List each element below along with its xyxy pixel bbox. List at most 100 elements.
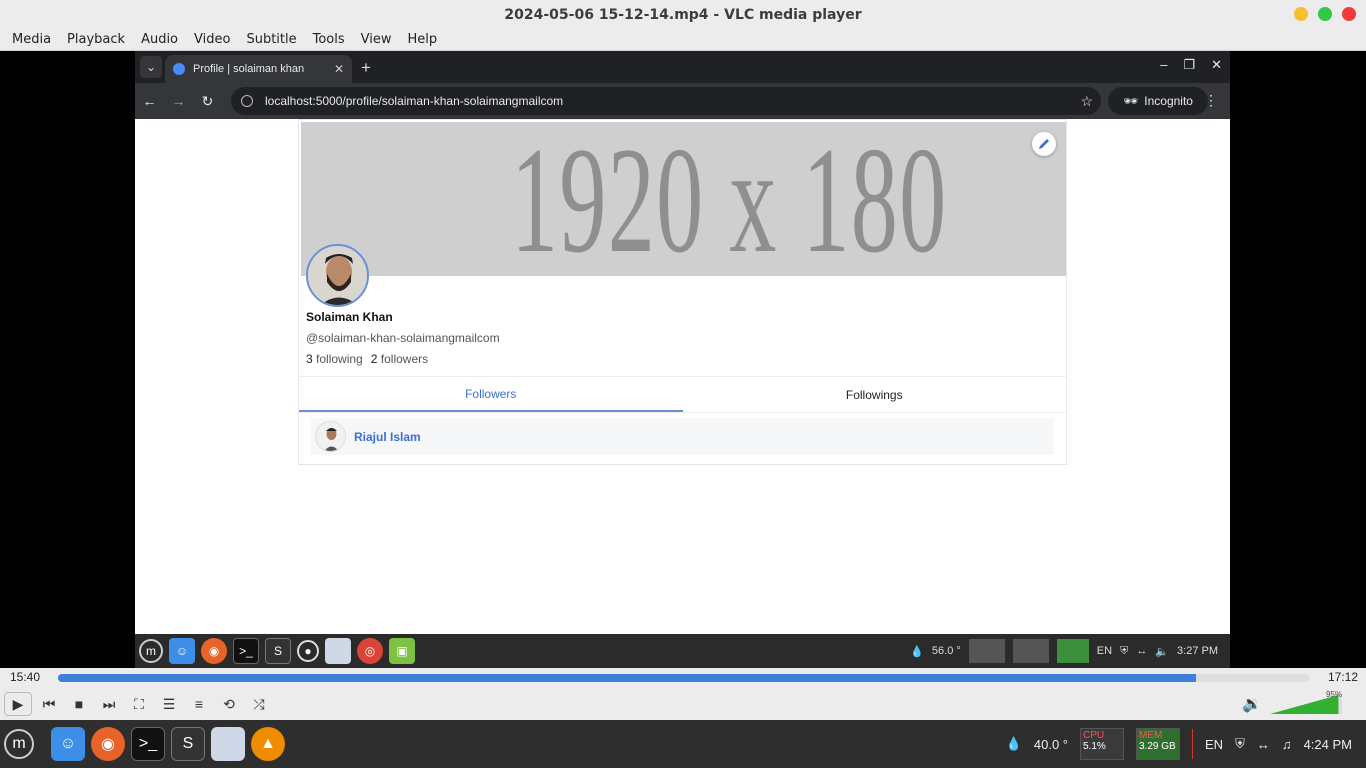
volume-slider[interactable]: 95% [1270,690,1342,714]
close-icon[interactable]: ✕ [1211,57,1222,73]
screenshot-icon: ▣ [389,638,415,664]
mint-menu-icon: m [139,639,163,663]
list-item[interactable]: Riajul Islam [311,418,1054,455]
sublime-icon: S [265,638,291,664]
volume-percent: 95% [1325,690,1342,699]
stop-button[interactable]: ■ [66,692,92,716]
profile-banner: 1920 x 180 [301,122,1066,276]
text-editor-icon[interactable] [211,727,245,761]
edit-banner-button[interactable] [1032,132,1056,156]
clock[interactable]: 4:24 PM [1304,737,1352,752]
follower-avatar [315,421,346,452]
menu-playback[interactable]: Playback [59,32,133,47]
back-button[interactable]: ← [135,93,164,109]
playlist-button[interactable]: ≡ [186,692,212,716]
menu-subtitle[interactable]: Subtitle [238,32,304,47]
banner-placeholder-text: 1920 x 180 [511,122,948,276]
language-indicator[interactable]: EN [1205,737,1223,752]
terminal-icon: >_ [233,638,259,664]
mem-graph [1012,639,1049,663]
tab-search-button[interactable]: ⌄ [140,56,162,78]
minimize-button[interactable] [1294,7,1308,21]
reload-button[interactable]: ↻ [193,93,222,110]
menu-audio[interactable]: Audio [133,32,186,47]
following-stat[interactable]: 3 following [306,352,363,366]
video-area[interactable]: ⌄ Profile | solaiman khan ✕ + – ❐ ✕ ← → … [0,51,1366,668]
shuffle-button[interactable]: ⤮ [246,692,272,716]
text-editor-icon [325,638,351,664]
seek-progress [58,674,1197,682]
terminal-icon[interactable]: >_ [131,727,165,761]
next-button[interactable]: ⏭ [96,692,122,716]
cpu-meter[interactable]: CPU 5.1% [1080,728,1124,760]
menu-tools[interactable]: Tools [305,32,353,47]
browser-menu-icon[interactable]: ⋮ [1204,92,1218,109]
network-icon[interactable]: ↔ [1257,737,1270,752]
profile-handle: @solaiman-khan-solaimangmailcom [306,331,500,345]
minimize-icon[interactable]: – [1160,57,1167,73]
follow-stats: 3 following 2 followers [306,352,428,366]
network-icon: ↔ [1136,645,1148,657]
new-tab-button[interactable]: + [361,58,371,78]
menu-video[interactable]: Video [186,32,238,47]
window-controls [1294,7,1356,21]
tab-title: Profile | solaiman khan [193,63,305,75]
menu-help[interactable]: Help [400,32,446,47]
close-icon[interactable]: ✕ [334,62,344,76]
system-tray: 💧 40.0 ° CPU 5.1% MEM 3.29 GB EN ⛨ ↔ ♫ 4… [1006,720,1352,768]
forward-button[interactable]: → [164,93,193,109]
bookmark-star-icon[interactable]: ☆ [1080,93,1093,110]
speaker-icon[interactable]: 🔉 [1242,694,1262,714]
browser-window: ⌄ Profile | solaiman khan ✕ + – ❐ ✕ ← → … [135,51,1230,634]
close-button[interactable] [1342,7,1356,21]
volume-control: 🔉 95% [1242,690,1342,714]
menu-view[interactable]: View [353,32,400,47]
profile-tabs: Followers Followings [299,376,1066,413]
vlc-icon[interactable]: ▲ [251,727,285,761]
inner-taskbar: m ☺ ◉ >_ S ● ◎ ▣ 💧 56.0 ° EN ⛨ ↔ 🔈 3:27 … [135,634,1230,668]
obs-icon: ● [297,640,319,662]
avatar[interactable] [306,244,369,307]
shield-icon: ⛨ [1120,644,1129,657]
temperature-icon: 💧 [910,645,924,658]
fullscreen-button[interactable]: ⛶ [126,692,152,716]
browser-tab[interactable]: Profile | solaiman khan ✕ [165,55,352,83]
music-icon[interactable]: ♫ [1282,737,1292,752]
pencil-icon [1039,139,1049,149]
url-text: localhost:5000/profile/solaiman-khan-sol… [265,94,564,108]
seek-bar[interactable] [58,674,1309,682]
followers-stat[interactable]: 2 followers [371,352,428,366]
sublime-icon[interactable]: S [171,727,205,761]
maximize-button[interactable] [1318,7,1332,21]
vlc-title-bar: 2024-05-06 15-12-14.mp4 - VLC media play… [0,0,1366,29]
vlc-menu-bar: Media Playback Audio Video Subtitle Tool… [0,29,1366,51]
follower-name[interactable]: Riajul Islam [354,430,421,444]
address-bar[interactable]: localhost:5000/profile/solaiman-khan-sol… [231,87,1101,115]
loop-button[interactable]: ⟲ [216,692,242,716]
menu-media[interactable]: Media [4,32,59,47]
mint-menu-icon[interactable]: m [4,729,34,759]
previous-button[interactable]: ⏮ [36,692,62,716]
play-button[interactable]: ▶ [4,692,32,716]
file-manager-icon[interactable]: ☺ [51,727,85,761]
restore-icon[interactable]: ❐ [1183,57,1195,73]
net-graph [1192,729,1193,759]
incognito-icon: 🕶 [1123,94,1139,108]
file-manager-icon: ☺ [169,638,195,664]
vlc-controls: 15:40 17:12 ▶ ⏮ ■ ⏭ ⛶ ☰ ≡ ⟲ ⤮ 🔉 95% [0,668,1366,720]
mem-meter[interactable]: MEM 3.29 GB [1136,728,1180,760]
incognito-badge[interactable]: 🕶 Incognito [1108,87,1208,115]
temperature: 40.0 ° [1033,736,1068,752]
site-info-icon[interactable] [241,95,253,107]
firefox-icon[interactable]: ◉ [91,727,125,761]
taskbar: m ☺ ◉ >_ S ▲ 💧 40.0 ° CPU 5.1% MEM 3.29 … [0,720,1366,768]
browser-tab-strip: ⌄ Profile | solaiman khan ✕ + – ❐ ✕ [135,51,1230,83]
shield-icon[interactable]: ⛨ [1235,736,1245,752]
time-total: 17:12 [1327,670,1358,684]
extended-settings-button[interactable]: ☰ [156,692,182,716]
window-title: 2024-05-06 15-12-14.mp4 - VLC media play… [504,6,862,23]
browser-toolbar: ← → ↻ localhost:5000/profile/solaiman-kh… [135,83,1230,119]
incognito-label: Incognito [1144,94,1193,108]
tab-followings[interactable]: Followings [683,377,1067,412]
tab-followers[interactable]: Followers [299,377,683,412]
